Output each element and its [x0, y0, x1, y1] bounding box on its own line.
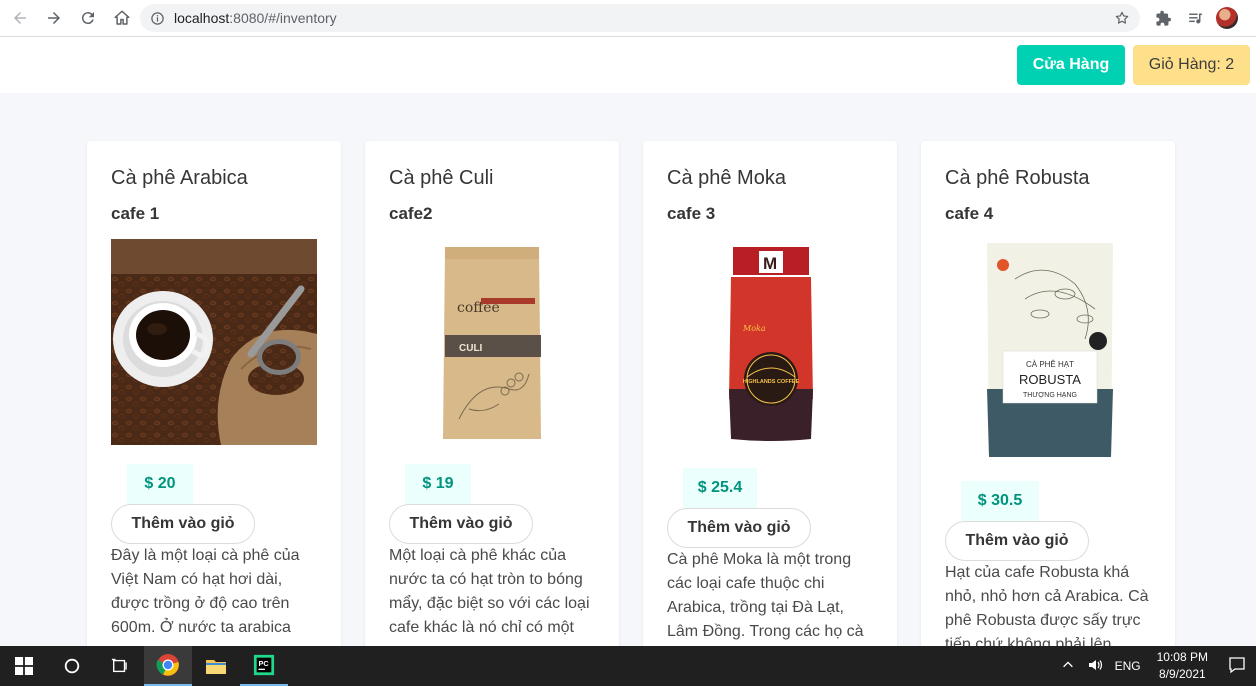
product-card-arabica: Cà phê Arabica cafe 1 $ 20 Thêm vào giỏ … — [87, 141, 341, 661]
avatar-image — [1216, 7, 1238, 29]
product-name: Cà phê Moka — [667, 167, 786, 189]
product-description: Một loại cà phê khác của nước ta có hạt … — [389, 547, 590, 636]
svg-text:PC: PC — [259, 659, 270, 668]
add-to-cart-button[interactable]: Thêm vào giỏ — [667, 508, 811, 548]
url-host: localhost — [174, 10, 230, 26]
product-price: $ 30.5 — [961, 481, 1039, 521]
clock-time: 10:08 PM — [1156, 650, 1208, 664]
windows-logo-icon — [15, 657, 33, 675]
product-card-moka: Cà phê Moka cafe 3 M Moka HIGHLANDS COFF… — [643, 141, 897, 661]
pycharm-icon: PC — [253, 654, 275, 676]
reload-button[interactable] — [72, 2, 104, 34]
language-indicator[interactable]: ENG — [1115, 659, 1141, 673]
browser-toolbar: localhost:8080/#/inventory — [0, 0, 1256, 37]
product-card-culi: Cà phê Culi cafe2 coffee CULI $ 19 Thêm … — [365, 141, 619, 661]
profile-avatar[interactable] — [1214, 5, 1240, 31]
extensions-area — [1150, 5, 1240, 31]
package-brand: HIGHLANDS COFFEE — [743, 379, 800, 385]
cart-button[interactable]: Giỏ Hàng: 2 — [1133, 45, 1250, 85]
media-queue-icon[interactable] — [1182, 5, 1208, 31]
chevron-up-icon[interactable] — [1061, 658, 1075, 675]
folder-icon — [206, 660, 226, 674]
product-description: Cà phê Moka là một trong các loại cafe t… — [667, 551, 864, 640]
back-button[interactable] — [4, 2, 36, 34]
product-code: cafe 4 — [945, 204, 994, 223]
product-price: $ 25.4 — [683, 468, 757, 508]
product-card-robusta: Cà phê Robusta cafe 4 CÀ PHÊ HẠT ROBUSTA… — [921, 141, 1175, 661]
windows-taskbar: PC ENG 10:08 PM 8/9/2021 — [0, 646, 1256, 686]
bookmark-star-icon[interactable] — [1114, 10, 1130, 26]
store-button[interactable]: Cửa Hàng — [1017, 45, 1125, 85]
package-label: Moka — [742, 324, 766, 333]
taskbar-pycharm[interactable]: PC — [240, 646, 288, 686]
app-navbar: Cửa Hàng Giỏ Hàng: 2 — [0, 37, 1256, 93]
task-view-icon — [111, 658, 127, 673]
product-description: Hạt của cafe Robusta khá nhỏ, nhỏ hơn cả… — [945, 564, 1149, 653]
taskbar-chrome[interactable] — [144, 646, 192, 686]
package-label: CULI — [459, 343, 483, 354]
taskbar-file-explorer[interactable] — [192, 646, 240, 686]
home-icon — [114, 10, 130, 25]
info-icon[interactable] — [150, 11, 165, 26]
start-button[interactable] — [0, 646, 48, 686]
search-button[interactable] — [48, 646, 96, 686]
product-name: Cà phê Arabica — [111, 167, 248, 189]
system-tray: ENG 10:08 PM 8/9/2021 — [1055, 646, 1256, 686]
product-code: cafe 1 — [111, 204, 160, 223]
product-price: $ 20 — [127, 464, 193, 504]
forward-button[interactable] — [38, 2, 70, 34]
add-to-cart-button[interactable]: Thêm vào giỏ — [389, 504, 533, 544]
product-image-culi-bag: coffee CULI — [389, 239, 595, 445]
arrow-right-icon — [48, 12, 60, 24]
search-circle-icon — [64, 658, 80, 674]
product-image-moka-bag: M Moka HIGHLANDS COFFEE — [667, 239, 873, 445]
product-description: Đây là một loại cà phê của Việt Nam có h… — [111, 547, 300, 636]
clock-date: 8/9/2021 — [1158, 667, 1206, 681]
reload-icon — [81, 12, 94, 25]
url-path: :8080/#/inventory — [229, 10, 337, 26]
product-name: Cà phê Robusta — [945, 167, 1090, 189]
volume-icon[interactable] — [1087, 657, 1103, 676]
add-to-cart-button[interactable]: Thêm vào giỏ — [945, 521, 1089, 561]
product-image-robusta-bag: CÀ PHÊ HẠT ROBUSTA THƯỢNG HẠNG — [945, 239, 1151, 461]
package-line3: THƯỢNG HẠNG — [1023, 392, 1077, 399]
product-code: cafe 3 — [667, 204, 716, 223]
home-button[interactable] — [106, 2, 138, 34]
task-view-button[interactable] — [96, 646, 144, 686]
clock[interactable]: 10:08 PM 8/9/2021 — [1157, 649, 1208, 683]
chrome-icon — [156, 654, 179, 676]
notifications-icon[interactable] — [1228, 656, 1246, 677]
package-line1: CÀ PHÊ HẠT — [1026, 360, 1074, 369]
extensions-puzzle-icon[interactable] — [1150, 5, 1176, 31]
url-text: localhost:8080/#/inventory — [174, 10, 337, 26]
product-code: cafe2 — [389, 204, 433, 223]
arrow-left-icon — [14, 12, 26, 24]
product-price: $ 19 — [405, 464, 471, 504]
product-image-coffee-cup — [111, 239, 317, 445]
product-name: Cà phê Culi — [389, 167, 494, 189]
address-bar[interactable]: localhost:8080/#/inventory — [140, 4, 1140, 32]
package-line2: ROBUSTA — [1019, 372, 1081, 387]
package-letter: M — [763, 254, 777, 273]
add-to-cart-button[interactable]: Thêm vào giỏ — [111, 504, 255, 544]
